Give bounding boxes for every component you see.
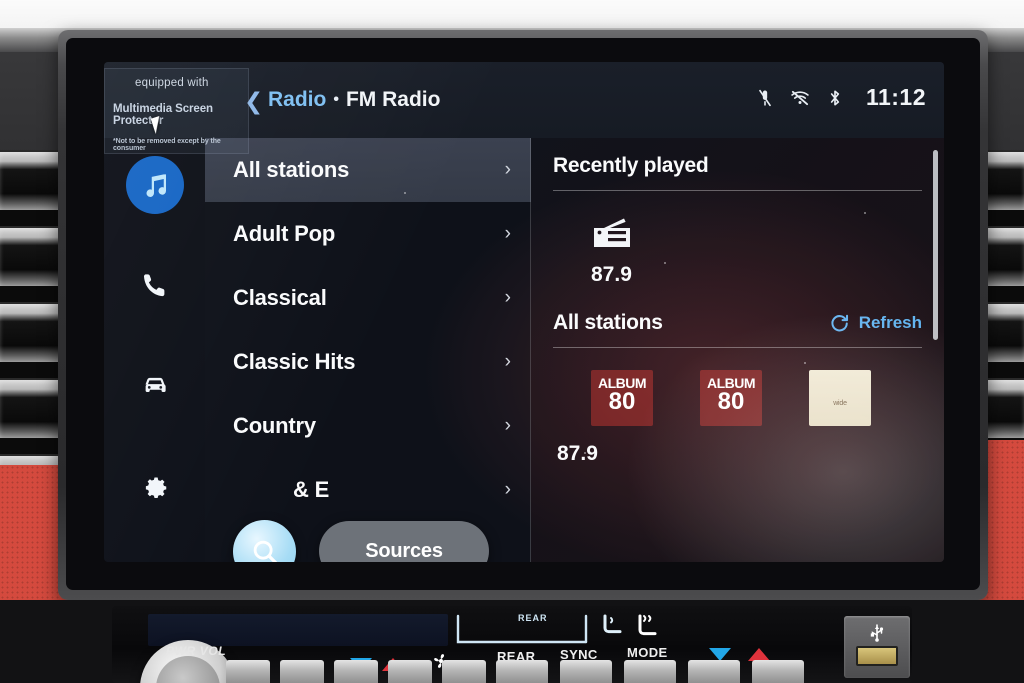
climate-button[interactable] [688,660,740,683]
vertical-scrollbar[interactable] [933,150,938,340]
sources-label: Sources [365,539,443,562]
power-volume-label: PWR VOL [166,644,227,658]
mode-button[interactable] [624,660,676,683]
content-panel: Recently played 87.9 All stations Refres… [531,138,944,562]
usb-slot [856,646,898,666]
car-icon [145,377,166,392]
radio-icon [594,218,630,247]
list-item-label: Adult Pop [233,221,336,246]
all-stations-station-label[interactable]: 87.9 [557,442,922,466]
climate-button[interactable] [226,660,270,683]
sidebar-item-media[interactable] [126,156,184,214]
status-bar: 11:12 [755,84,926,111]
list-item[interactable]: Adult Pop › [205,202,531,266]
climate-button[interactable] [442,660,486,683]
sticker-line-1: equipped with [135,77,209,89]
list-item-label: & E [293,477,330,502]
chevron-right-icon: › [504,159,511,180]
station-tiles: ALBUM 80 ALBUM 80 wide [553,348,922,426]
climate-button[interactable] [280,660,324,683]
sidebar [104,138,205,562]
dashboard-scene: ❮ Radio • FM Radio 11:12 All stations › … [0,0,1024,683]
list-item[interactable]: & E › [205,458,531,522]
breadcrumb-separator: • [333,91,339,108]
microphone-muted-icon [759,89,771,106]
list-item[interactable]: Classical › [205,266,531,330]
all-stations-title: All stations [553,311,663,334]
phone-icon [143,274,165,297]
search-icon [253,540,277,562]
sidebar-item-settings[interactable] [126,456,184,514]
chevron-right-icon: › [504,479,511,500]
station-tile[interactable]: ALBUM 80 [700,370,762,426]
chevron-right-icon: › [504,287,511,308]
usb-port[interactable] [844,616,910,678]
breadcrumb-primary[interactable]: Radio [268,88,326,111]
sidebar-item-vehicle[interactable] [126,356,184,414]
list-item-label: Classic Hits [233,349,356,374]
mode-button-label: MODE [627,645,668,660]
refresh-icon [831,314,848,331]
refresh-button[interactable]: Refresh [829,313,922,334]
climate-button[interactable] [334,660,378,683]
station-tile[interactable]: wide [809,370,871,426]
sticker-line-2: Multimedia Screen Protector [113,103,213,127]
infotainment-screen[interactable]: ❮ Radio • FM Radio 11:12 All stations › … [104,62,944,562]
sidebar-item-phone[interactable] [126,256,184,314]
breadcrumb: Radio • FM Radio [268,88,440,112]
usb-icon [870,624,884,642]
tile-line-2: 80 [608,388,636,415]
chevron-right-icon: › [504,415,511,436]
defrost-icon [638,614,657,636]
recently-played-title: Recently played [553,154,709,177]
recently-played-header: Recently played [553,138,922,178]
recently-played-station[interactable]: 87.9 [591,263,922,287]
station-tile[interactable]: ALBUM 80 [591,370,653,426]
list-item[interactable]: Classic Hits › [205,330,531,394]
gear-icon [145,477,167,498]
list-item-label: Classical [233,285,327,310]
bluetooth-icon [830,90,840,105]
recently-played-body: 87.9 [553,191,922,287]
sync-button[interactable] [560,660,612,683]
tile-caption: wide [833,400,847,407]
list-item-label: Country [233,413,316,438]
station-category-list[interactable]: All stations › Adult Pop › Classical › C… [205,138,531,562]
climate-button[interactable] [388,660,432,683]
all-stations-header: All stations Refresh [553,287,922,335]
tile-line-2: 80 [717,388,745,415]
seat-heater-icon [603,614,622,634]
climate-button[interactable] [752,660,804,683]
refresh-label: Refresh [858,313,922,332]
list-item-label: All stations [233,157,350,182]
list-item[interactable]: Country › [205,394,531,458]
breadcrumb-secondary: FM Radio [345,88,441,111]
music-note-icon [146,174,167,197]
rear-button[interactable] [496,660,548,683]
wifi-off-icon [791,90,809,105]
list-item[interactable]: All stations › [205,138,531,202]
rear-display-label: REAR [518,613,548,623]
sources-button[interactable]: Sources [319,521,489,562]
sticker-line-3: *Not to be removed except by the consume… [113,138,221,152]
clock: 11:12 [865,84,926,110]
screen-protector-sticker: equipped with Multimedia Screen Protecto… [104,68,249,154]
chevron-right-icon: › [504,351,511,372]
chevron-right-icon: › [504,223,511,244]
